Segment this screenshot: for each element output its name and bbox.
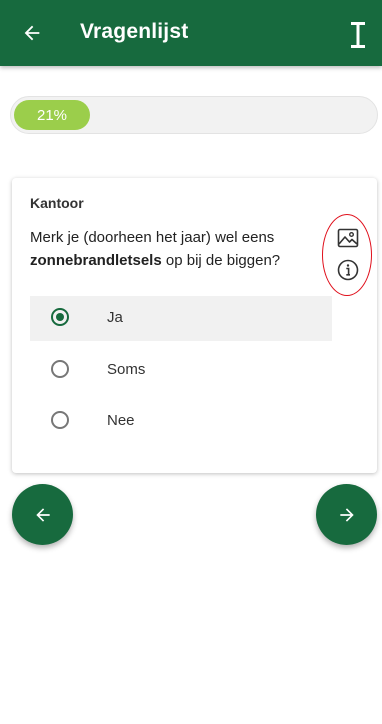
radio-button[interactable]: [51, 360, 69, 378]
question-category: Kantoor: [30, 195, 84, 211]
progress-label: 21%: [36, 106, 68, 124]
arrow-left-icon: [24, 25, 40, 41]
progress-fill: 21%: [14, 100, 90, 130]
radio-button[interactable]: [51, 411, 69, 429]
progress-bar: 21%: [10, 96, 378, 134]
option-soms[interactable]: Soms: [30, 348, 332, 393]
question-keyword: zonnebrandletsels: [30, 252, 162, 269]
page-title: Vragenlijst: [80, 20, 189, 43]
option-ja[interactable]: Ja: [30, 296, 332, 341]
question-card: Kantoor Merk je (doorheen het jaar) wel …: [12, 178, 377, 473]
question-text: Merk je (doorheen het jaar) wel eens zon…: [30, 229, 281, 269]
app-bar: Vragenlijst: [0, 0, 382, 66]
text-cursor-icon: [351, 22, 365, 48]
option-nee[interactable]: Nee: [30, 399, 332, 444]
next-button[interactable]: [316, 484, 377, 545]
arrow-left-icon: [35, 507, 50, 522]
option-label: Ja: [107, 309, 123, 326]
highlight-circle: [322, 214, 372, 296]
option-label: Soms: [107, 361, 146, 378]
radio-button[interactable]: [51, 308, 69, 326]
back-button[interactable]: [18, 19, 46, 47]
arrow-right-icon: [339, 507, 354, 522]
previous-button[interactable]: [12, 484, 73, 545]
option-label: Nee: [107, 412, 135, 429]
